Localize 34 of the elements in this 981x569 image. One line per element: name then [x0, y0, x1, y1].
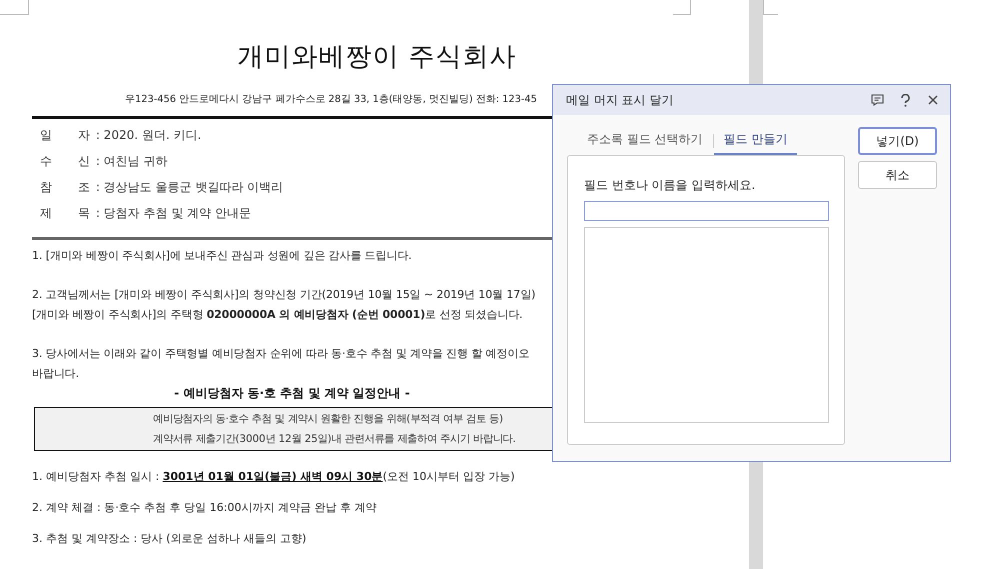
field-value: : 경상남도 울릉군 뱃길따라 이백리: [96, 179, 284, 196]
schedule-item: 1. 예비당첨자 추첨 일시 : 3001년 01월 01일(불금) 새벽 09시 30분(오전 10시부터 입장 가능): [32, 469, 515, 485]
dialog-button[interactable]: 넣기(D): [858, 127, 937, 155]
comment-icon[interactable]: [870, 93, 884, 107]
field-value: : 2020. 원더. 키디.: [96, 127, 202, 144]
paragraph-line: 3. 당사에서는 이래와 같이 주택형별 예비당첨자 순위에 따라 동·호수 추첨 및 계약을 진행 할 예정이오: [32, 346, 530, 362]
paragraph-line: [개미와 베짱이 주식회사]의 주택형 02000000A 의 예비당첨자 (순번 00001)로 선정 되셨습니다.: [32, 307, 524, 323]
help-icon[interactable]: [898, 93, 912, 107]
field-value: : 여친님 귀하: [96, 153, 168, 170]
section-heading: - 예비당첨자 동·호 추첨 및 계약 일정안내 -: [173, 385, 411, 402]
page-corner-mark: [673, 0, 691, 15]
field-prompt: 필드 번호나 이름을 입력하세요.: [584, 177, 756, 194]
page-corner-mark: [0, 0, 29, 15]
field-label: 수 신: [40, 153, 90, 170]
schedule-item: 3. 추첨 및 계약장소 : 당사 (외로운 섬하나 새들의 고향): [32, 531, 306, 547]
paragraph-line: 1. [개미와 베짱이 주식회사]에 보내주신 관심과 성원에 깊은 감사를 드립니다.: [32, 248, 412, 264]
paragraph-line: 바랍니다.: [32, 366, 80, 382]
notice-line: 계약서류 제출기간(3000년 12월 25일)내 관련서류를 제출하여 주시기 바랍니다.: [153, 432, 517, 447]
field-label: 제 목: [40, 205, 90, 222]
field-list[interactable]: [584, 227, 829, 423]
schedule-item: 2. 계약 체결 : 동·호수 추첨 후 당일 16:00시까지 계약금 완납 후 계약: [32, 500, 376, 516]
field-value: : 당첨자 추첨 및 계약 안내문: [96, 205, 251, 222]
field-name-input[interactable]: [584, 201, 829, 221]
field-label: 일 자: [40, 127, 90, 144]
dialog-title: 메일 머지 표시 달기: [566, 92, 674, 108]
paragraph-line: 2. 고객님께서는 [개미와 베짱이 주식회사]의 청약신청 기간(2019년 10월 15일 ~ 2019년 10월 17일): [32, 287, 536, 303]
document-title: 개미와베짱이 주식회사: [236, 41, 518, 74]
close-icon[interactable]: [926, 93, 940, 107]
page-corner-mark: [763, 0, 778, 15]
field-label: 참 조: [40, 179, 90, 196]
notice-line: 예비당첨자의 동·호수 추첨 및 계약시 원활한 진행을 위해(부적격 여부 검토 등): [153, 412, 504, 427]
dialog-tab[interactable]: 주소록 필드 선택하기: [577, 126, 713, 155]
company-address: 우123-456 안드로메다시 강남구 페가수스로 28길 33, 1층(태양동, 멋진빌딩) 전화: 123-45: [125, 93, 538, 107]
dialog-button[interactable]: 취소: [858, 161, 937, 189]
